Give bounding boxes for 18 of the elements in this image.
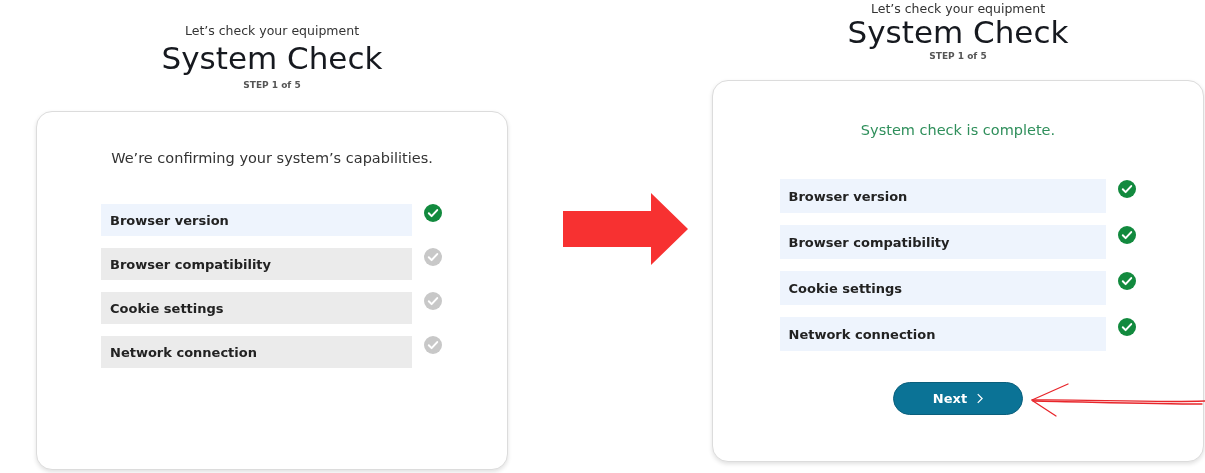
check-item: Cookie settings <box>101 292 412 324</box>
chevron-right-icon <box>976 393 984 404</box>
subtitle: Let’s check your equipment <box>184 23 360 39</box>
check-item: Browser compatibility <box>101 248 412 280</box>
next-button[interactable]: Next <box>893 382 1023 415</box>
check-item: Cookie settings <box>779 271 1106 305</box>
status-message: System check is complete. <box>860 121 1056 140</box>
status-message: We’re confirming your system’s capabilities. <box>111 149 433 168</box>
step-indicator: STEP 1 of 5 <box>929 51 987 61</box>
check-item: Browser version <box>779 179 1106 213</box>
check-item: Network connection <box>779 317 1106 351</box>
check-item: Browser version <box>101 204 412 236</box>
page-title: System Check <box>161 40 383 76</box>
check-item: Browser compatibility <box>779 225 1106 259</box>
check-item: Network connection <box>101 336 412 368</box>
step-indicator: STEP 1 of 5 <box>243 80 301 90</box>
subtitle: Let’s check your equipment <box>870 1 1046 17</box>
arrow-icon <box>563 193 688 265</box>
